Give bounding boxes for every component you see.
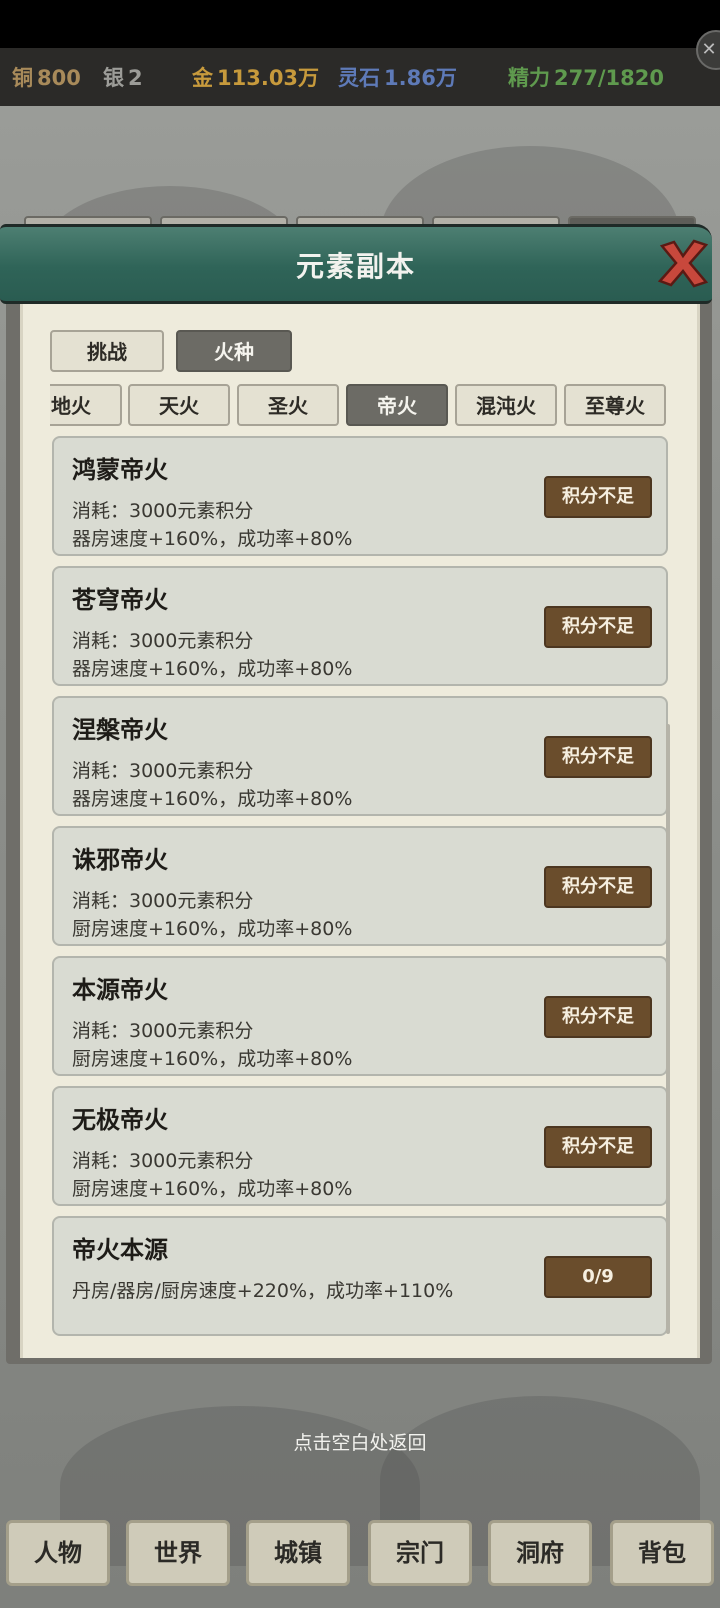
tab-emperor-fire[interactable]: 帝火 bbox=[346, 384, 448, 426]
bottom-nav: 人物 世界 城镇 宗门 洞府 背包 bbox=[0, 1520, 720, 1588]
progress-button[interactable]: 0/9 bbox=[544, 1256, 652, 1298]
item-name: 鸿蒙帝火 bbox=[72, 456, 168, 484]
list-item: 帝火本源 丹房/器房/厨房速度+220%，成功率+110% 0/9 bbox=[52, 1216, 668, 1336]
tab-kindling[interactable]: 火种 bbox=[176, 330, 292, 372]
item-name: 帝火本源 bbox=[72, 1236, 168, 1264]
tab-supreme-fire[interactable]: 至尊火 bbox=[564, 384, 666, 426]
item-effect: 厨房速度+160%，成功率+80% bbox=[72, 1048, 353, 1070]
nav-world[interactable]: 世界 bbox=[126, 1520, 230, 1586]
item-effect: 器房速度+160%，成功率+80% bbox=[72, 658, 353, 680]
list-item: 鸿蒙帝火 消耗：3000元素积分 器房速度+160%，成功率+80% 积分不足 bbox=[52, 436, 668, 556]
item-cost: 消耗：3000元素积分 bbox=[72, 500, 254, 522]
list-item: 无极帝火 消耗：3000元素积分 厨房速度+160%，成功率+80% 积分不足 bbox=[52, 1086, 668, 1206]
item-name: 苍穹帝火 bbox=[72, 586, 168, 614]
tab-heaven-fire[interactable]: 天火 bbox=[128, 384, 230, 426]
return-hint: 点击空白处返回 bbox=[293, 1432, 427, 1454]
nav-cave[interactable]: 洞府 bbox=[488, 1520, 592, 1586]
list-item: 诛邪帝火 消耗：3000元素积分 厨房速度+160%，成功率+80% 积分不足 bbox=[52, 826, 668, 946]
tab-challenge[interactable]: 挑战 bbox=[50, 330, 164, 372]
nav-character[interactable]: 人物 bbox=[6, 1520, 110, 1586]
dialog-title: 元素副本 bbox=[295, 250, 416, 283]
resource-bar: 铜 800 银2 金 113.03万 灵石 1.86万 精力 277/1820 bbox=[0, 48, 720, 106]
dialog-header: 元素副本 bbox=[0, 224, 712, 304]
tab-earth-fire[interactable]: 地火 bbox=[50, 384, 122, 426]
scrollbar[interactable] bbox=[666, 724, 670, 1334]
gold-resource: 金 113.03万 bbox=[192, 66, 320, 90]
system-status-bar bbox=[0, 0, 720, 48]
item-cost: 消耗：3000元素积分 bbox=[72, 760, 254, 782]
item-effect: 器房速度+160%，成功率+80% bbox=[72, 788, 353, 810]
list-item: 苍穹帝火 消耗：3000元素积分 器房速度+160%，成功率+80% 积分不足 bbox=[52, 566, 668, 686]
exchange-button[interactable]: 积分不足 bbox=[544, 866, 652, 908]
item-effect: 厨房速度+160%，成功率+80% bbox=[72, 918, 353, 940]
tab-chaos-fire[interactable]: 混沌火 bbox=[455, 384, 557, 426]
nav-bag[interactable]: 背包 bbox=[610, 1520, 714, 1586]
item-cost: 消耗：3000元素积分 bbox=[72, 1020, 254, 1042]
close-icon[interactable] bbox=[656, 236, 710, 290]
exchange-button[interactable]: 积分不足 bbox=[544, 606, 652, 648]
list-item: 本源帝火 消耗：3000元素积分 厨房速度+160%，成功率+80% 积分不足 bbox=[52, 956, 668, 1076]
item-effect: 丹房/器房/厨房速度+220%，成功率+110% bbox=[72, 1280, 454, 1302]
item-effect: 器房速度+160%，成功率+80% bbox=[72, 528, 353, 550]
energy-resource: 精力 277/1820 bbox=[508, 66, 664, 90]
item-name: 本源帝火 bbox=[72, 976, 168, 1004]
item-name: 诛邪帝火 bbox=[72, 846, 168, 874]
nav-sect[interactable]: 宗门 bbox=[368, 1520, 472, 1586]
silver-resource: 银2 bbox=[103, 66, 143, 90]
item-cost: 消耗：3000元素积分 bbox=[72, 630, 254, 652]
exchange-button[interactable]: 积分不足 bbox=[544, 996, 652, 1038]
tab-holy-fire[interactable]: 圣火 bbox=[237, 384, 339, 426]
item-cost: 消耗：3000元素积分 bbox=[72, 1150, 254, 1172]
item-effect: 厨房速度+160%，成功率+80% bbox=[72, 1178, 353, 1200]
item-cost: 消耗：3000元素积分 bbox=[72, 890, 254, 912]
exchange-button[interactable]: 积分不足 bbox=[544, 476, 652, 518]
fire-type-tabs: 地火 天火 圣火 帝火 混沌火 至尊火 bbox=[50, 382, 670, 426]
spirit-stone-resource: 灵石 1.86万 bbox=[338, 66, 457, 90]
copper-resource: 铜 800 bbox=[12, 66, 81, 90]
nav-town[interactable]: 城镇 bbox=[246, 1520, 350, 1586]
exchange-button[interactable]: 积分不足 bbox=[544, 1126, 652, 1168]
item-name: 涅槃帝火 bbox=[72, 716, 168, 744]
item-name: 无极帝火 bbox=[72, 1106, 168, 1134]
exchange-button[interactable]: 积分不足 bbox=[544, 736, 652, 778]
list-item: 涅槃帝火 消耗：3000元素积分 器房速度+160%，成功率+80% 积分不足 bbox=[52, 696, 668, 816]
